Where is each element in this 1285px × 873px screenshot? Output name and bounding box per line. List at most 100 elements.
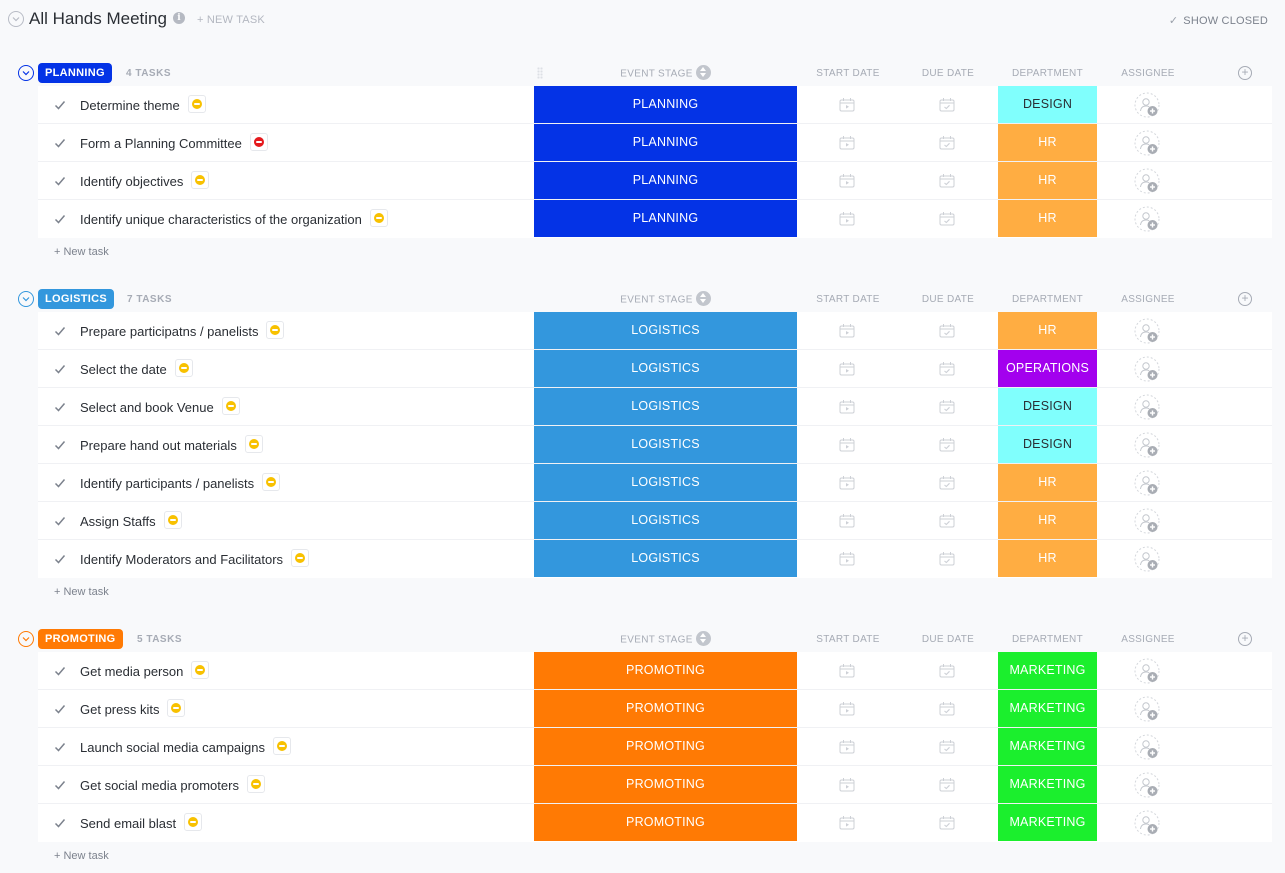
- add-assignee-icon[interactable]: [1134, 734, 1160, 760]
- task-name[interactable]: Select and book Venue: [80, 397, 240, 415]
- column-header-start-date[interactable]: START DATE: [798, 68, 898, 79]
- start-date-calendar-icon[interactable]: [839, 701, 855, 716]
- department-cell[interactable]: HR: [998, 162, 1097, 199]
- checkmark-icon[interactable]: [54, 476, 66, 488]
- department-cell[interactable]: HR: [998, 312, 1097, 349]
- group-status-badge[interactable]: LOGISTICS: [38, 289, 114, 309]
- task-name[interactable]: Determine theme: [80, 95, 206, 113]
- add-assignee-icon[interactable]: [1134, 168, 1160, 194]
- department-cell[interactable]: MARKETING: [998, 652, 1097, 689]
- due-date-calendar-icon[interactable]: [939, 173, 955, 188]
- task-row[interactable]: Assign Staffs LOGISTICS HR: [38, 502, 1272, 540]
- task-name[interactable]: Select the date: [80, 359, 193, 377]
- add-column-button[interactable]: +: [1238, 632, 1252, 646]
- checkmark-icon[interactable]: [54, 362, 66, 374]
- due-date-calendar-icon[interactable]: [939, 701, 955, 716]
- checkmark-icon[interactable]: [54, 212, 66, 224]
- start-date-calendar-icon[interactable]: [839, 97, 855, 112]
- priority-flag[interactable]: [249, 133, 268, 151]
- due-date-calendar-icon[interactable]: [939, 437, 955, 452]
- sort-icon[interactable]: [695, 291, 711, 306]
- checkmark-icon[interactable]: [54, 438, 66, 450]
- priority-flag[interactable]: [191, 171, 210, 189]
- due-date-calendar-icon[interactable]: [939, 361, 955, 376]
- group-collapse-toggle[interactable]: [18, 65, 34, 81]
- event-stage-cell[interactable]: PLANNING: [534, 86, 797, 123]
- event-stage-cell[interactable]: LOGISTICS: [534, 464, 797, 501]
- start-date-calendar-icon[interactable]: [839, 361, 855, 376]
- add-assignee-icon[interactable]: [1134, 432, 1160, 458]
- checkmark-icon[interactable]: [54, 514, 66, 526]
- event-stage-cell[interactable]: LOGISTICS: [534, 502, 797, 539]
- checkmark-icon[interactable]: [54, 324, 66, 336]
- column-header-assignee[interactable]: ASSIGNEE: [1098, 634, 1198, 645]
- due-date-calendar-icon[interactable]: [939, 513, 955, 528]
- new-task-inline-button[interactable]: + New task: [54, 578, 1285, 606]
- add-assignee-icon[interactable]: [1134, 92, 1160, 118]
- priority-flag[interactable]: [266, 321, 285, 339]
- group-status-badge[interactable]: PLANNING: [38, 63, 112, 83]
- task-row[interactable]: Determine theme PLANNING DESIGN: [38, 86, 1272, 124]
- due-date-calendar-icon[interactable]: [939, 399, 955, 414]
- task-row[interactable]: Get press kits PROMOTING MARKETING: [38, 690, 1272, 728]
- department-cell[interactable]: DESIGN: [998, 86, 1097, 123]
- add-assignee-icon[interactable]: [1134, 130, 1160, 156]
- column-header-due-date[interactable]: DUE DATE: [898, 294, 998, 305]
- checkmark-icon[interactable]: [54, 740, 66, 752]
- task-name[interactable]: Form a Planning Committee: [80, 133, 268, 151]
- start-date-calendar-icon[interactable]: [839, 437, 855, 452]
- column-header-due-date[interactable]: DUE DATE: [898, 634, 998, 645]
- task-name[interactable]: Launch social media campaigns: [80, 737, 291, 755]
- add-assignee-icon[interactable]: [1134, 394, 1160, 420]
- add-assignee-icon[interactable]: [1134, 696, 1160, 722]
- start-date-calendar-icon[interactable]: [839, 551, 855, 566]
- checkmark-icon[interactable]: [54, 778, 66, 790]
- due-date-calendar-icon[interactable]: [939, 739, 955, 754]
- checkmark-icon[interactable]: [54, 174, 66, 186]
- show-closed-toggle[interactable]: ✓ SHOW CLOSED: [1169, 14, 1268, 28]
- column-header-event-stage[interactable]: EVENT STAGE: [534, 291, 797, 306]
- start-date-calendar-icon[interactable]: [839, 513, 855, 528]
- task-row[interactable]: Identify objectives PLANNING HR: [38, 162, 1272, 200]
- checkmark-icon[interactable]: [54, 816, 66, 828]
- priority-flag[interactable]: [191, 661, 210, 679]
- department-cell[interactable]: MARKETING: [998, 690, 1097, 727]
- start-date-calendar-icon[interactable]: [839, 323, 855, 338]
- checkmark-icon[interactable]: [54, 552, 66, 564]
- priority-flag[interactable]: [262, 473, 281, 491]
- priority-flag[interactable]: [163, 511, 182, 529]
- task-name[interactable]: Identify Moderators and Facilitators: [80, 549, 310, 567]
- group-status-badge[interactable]: PROMOTING: [38, 629, 123, 649]
- event-stage-cell[interactable]: PROMOTING: [534, 766, 797, 803]
- event-stage-cell[interactable]: PLANNING: [534, 200, 797, 237]
- column-header-assignee[interactable]: ASSIGNEE: [1098, 68, 1198, 79]
- add-column-button[interactable]: +: [1238, 292, 1252, 306]
- task-row[interactable]: Identify Moderators and Facilitators LOG…: [38, 540, 1272, 578]
- start-date-calendar-icon[interactable]: [839, 399, 855, 414]
- event-stage-cell[interactable]: LOGISTICS: [534, 388, 797, 425]
- add-assignee-icon[interactable]: [1134, 772, 1160, 798]
- due-date-calendar-icon[interactable]: [939, 135, 955, 150]
- start-date-calendar-icon[interactable]: [839, 211, 855, 226]
- start-date-calendar-icon[interactable]: [839, 475, 855, 490]
- column-header-event-stage[interactable]: EVENT STAGE: [534, 631, 797, 646]
- task-row[interactable]: Get social media promoters PROMOTING MAR…: [38, 766, 1272, 804]
- due-date-calendar-icon[interactable]: [939, 97, 955, 112]
- task-name[interactable]: Prepare hand out materials: [80, 435, 263, 453]
- priority-flag[interactable]: [291, 549, 310, 567]
- new-task-inline-button[interactable]: + New task: [54, 238, 1285, 266]
- department-cell[interactable]: HR: [998, 200, 1097, 237]
- task-row[interactable]: Prepare hand out materials LOGISTICS DES…: [38, 426, 1272, 464]
- department-cell[interactable]: MARKETING: [998, 804, 1097, 841]
- task-name[interactable]: Get press kits: [80, 699, 186, 717]
- event-stage-cell[interactable]: LOGISTICS: [534, 540, 797, 577]
- priority-flag[interactable]: [167, 699, 186, 717]
- add-assignee-icon[interactable]: [1134, 318, 1160, 344]
- event-stage-cell[interactable]: PROMOTING: [534, 804, 797, 841]
- column-header-department[interactable]: DEPARTMENT: [998, 634, 1097, 645]
- department-cell[interactable]: DESIGN: [998, 426, 1097, 463]
- priority-flag[interactable]: [273, 737, 291, 755]
- priority-flag[interactable]: [221, 397, 240, 415]
- new-task-button[interactable]: + NEW TASK: [197, 14, 265, 26]
- sort-icon[interactable]: [695, 65, 711, 80]
